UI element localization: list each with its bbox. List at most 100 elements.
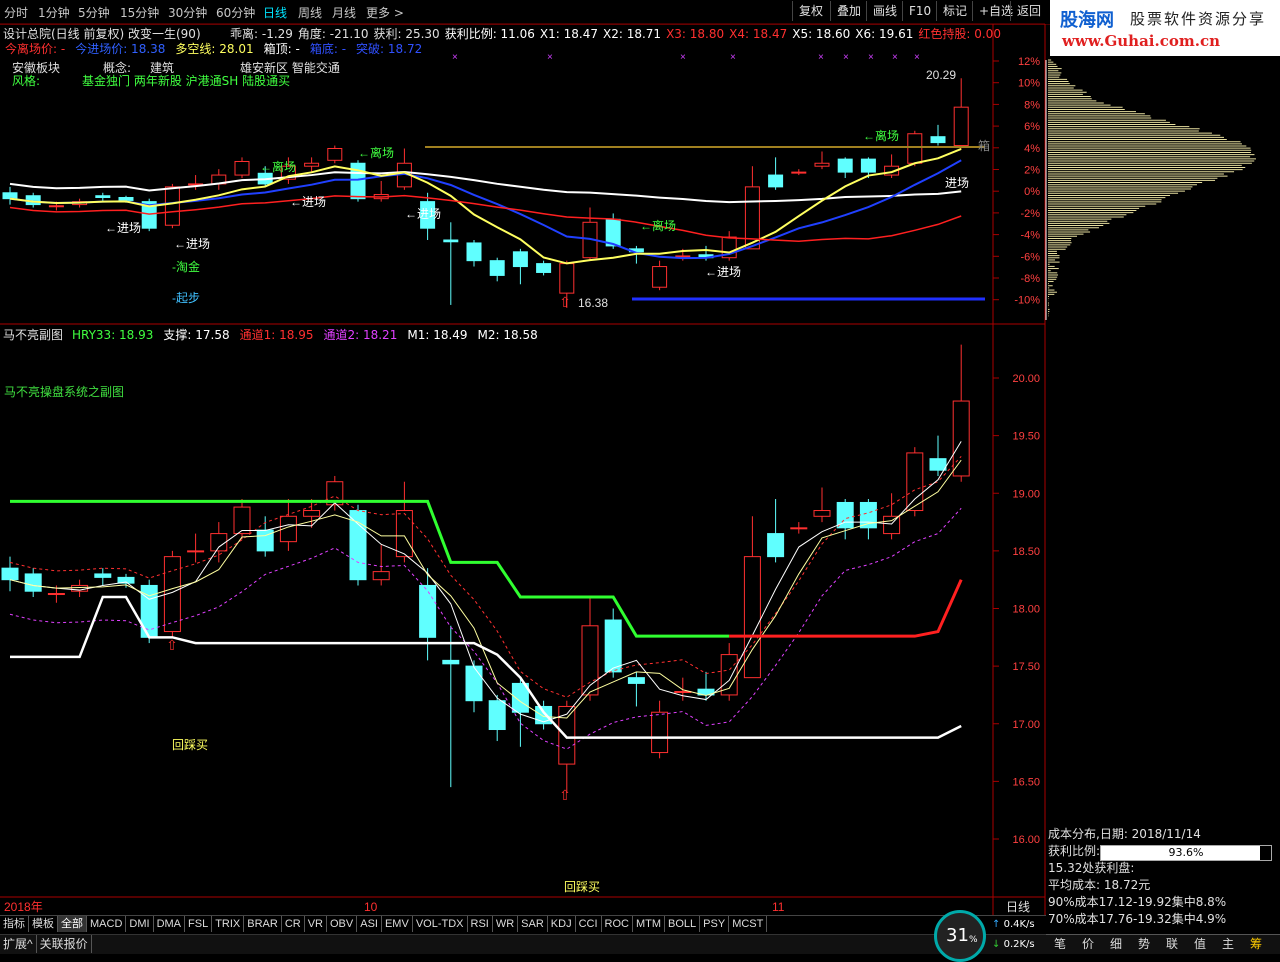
sub-candle-body (559, 706, 575, 764)
indicator-tab-WR[interactable]: WR (493, 916, 518, 932)
main-candle-body (815, 163, 829, 166)
speed-up: 0.4K/s (1004, 919, 1035, 930)
marker-x: × (818, 52, 824, 63)
bottom-bar: 扩展^ 关联报价 (0, 934, 1046, 954)
indicator-tab-MTM[interactable]: MTM (633, 916, 665, 932)
down-arrow-icon: ↓ (992, 939, 1000, 950)
main-annotation: ←进场 (174, 237, 210, 251)
sub-axis-label: 19.00 (1012, 488, 1040, 500)
right-tab-2[interactable]: 细 (1102, 935, 1130, 954)
speed-percent: 31 (946, 925, 969, 946)
sub-candle-body (2, 568, 18, 580)
sub-axis-label: 19.50 (1012, 431, 1040, 443)
sub-candle-body (95, 574, 111, 577)
sub-candle-body (350, 511, 366, 580)
main-axis-label: -8% (1020, 273, 1040, 285)
indicator-tab-CR[interactable]: CR (282, 916, 305, 932)
indicator-tab-MACD[interactable]: MACD (87, 916, 126, 932)
main-axis-label: -10% (1014, 295, 1040, 307)
main-candle-body (96, 196, 110, 198)
main-candle-body (676, 256, 690, 257)
indicator-tab-VOL-TDX[interactable]: VOL-TDX (413, 916, 468, 932)
indicator-tab-BRAR[interactable]: BRAR (244, 916, 282, 932)
indicator-tab-BOLL[interactable]: BOLL (665, 916, 700, 932)
sub-candle-body (605, 620, 621, 672)
indicator-tab-DMA[interactable]: DMA (154, 916, 185, 932)
sub-candle-body (373, 572, 389, 580)
cost-90: 90%成本17.12-19.92集中8.8% (1046, 894, 1280, 911)
marker-x: × (680, 52, 686, 63)
marker-x: × (452, 52, 458, 63)
main-annotation: -淘金 (172, 259, 200, 274)
main-candle-body (792, 172, 806, 173)
sub-axis-label: 18.50 (1012, 546, 1040, 558)
indicator-tab-FSL[interactable]: FSL (185, 916, 212, 932)
indicator-tab-KDJ[interactable]: KDJ (548, 916, 576, 932)
main-annotation: 箱 (978, 138, 990, 153)
indicator-tab-指标[interactable]: 指标 (0, 916, 29, 932)
channel1-line (10, 456, 961, 697)
indicator-tab-模板[interactable]: 模板 (29, 916, 58, 932)
bottom-tab-1[interactable]: 关联报价 (37, 935, 92, 953)
sub-note-2: 回踩买 (564, 880, 600, 894)
indicator-tab-PSY[interactable]: PSY (700, 916, 729, 932)
sub-axis-label: 16.50 (1012, 776, 1040, 788)
main-candle-body (908, 134, 922, 164)
sub-axis-label: 20.00 (1012, 373, 1040, 385)
indicator-tab-MCST[interactable]: MCST (729, 916, 767, 932)
channel2-line (10, 508, 961, 749)
sub-candle-body (304, 511, 320, 517)
main-axis-label: -4% (1020, 230, 1040, 242)
up-arrow-icon: ↑ (992, 919, 1000, 930)
cost-70: 70%成本17.76-19.32集中4.9% (1046, 911, 1280, 928)
main-candle-body (444, 240, 458, 242)
m1-line (10, 441, 961, 721)
indicator-tab-全部[interactable]: 全部 (58, 916, 87, 932)
sub-axis-label: 18.00 (1012, 604, 1040, 616)
right-tab-6[interactable]: 主 (1214, 935, 1242, 954)
right-tab-1[interactable]: 价 (1074, 935, 1102, 954)
main-candle-body (119, 197, 133, 200)
sub-candle-body (25, 574, 41, 591)
main-annotation: -起步 (172, 291, 200, 305)
main-axis-label: -2% (1020, 208, 1040, 220)
main-axis-label: 10% (1018, 78, 1040, 90)
buy-arrow-icon: ⇧ (559, 294, 571, 310)
main-candle-body (954, 107, 968, 145)
indicator-tab-TRIX[interactable]: TRIX (212, 916, 244, 932)
sub-candle-body (466, 666, 482, 701)
main-candle-body (838, 159, 852, 172)
sub-candle-body (628, 678, 644, 684)
sub-candle-body (768, 534, 784, 557)
right-tab-0[interactable]: 笔 (1046, 935, 1074, 954)
sub-axis-label: 17.50 (1012, 661, 1040, 673)
indicator-tab-OBV[interactable]: OBV (327, 916, 357, 932)
right-tab-7[interactable]: 筹 (1242, 935, 1270, 954)
speed-down: 0.2K/s (1004, 939, 1035, 950)
right-tab-4[interactable]: 联 (1158, 935, 1186, 954)
main-white-line (10, 172, 961, 202)
bottom-tab-0[interactable]: 扩展^ (0, 935, 37, 953)
main-candle-body (235, 161, 249, 175)
right-tab-5[interactable]: 值 (1186, 935, 1214, 954)
sub-note-1: 回踩买 (172, 738, 208, 752)
indicator-tab-ROC[interactable]: ROC (602, 916, 633, 932)
low-price-label: 16.38 (578, 296, 608, 310)
indicator-tab-CCI[interactable]: CCI (576, 916, 602, 932)
main-candle-body (653, 267, 667, 288)
indicator-tab-RSI[interactable]: RSI (468, 916, 493, 932)
main-annotation: 进场 (945, 176, 969, 190)
high-price-label: 20.29 (926, 68, 956, 82)
indicator-tab-VR[interactable]: VR (305, 916, 327, 932)
right-tab-3[interactable]: 势 (1130, 935, 1158, 954)
sub-candle-body (234, 507, 250, 534)
main-candle-body (3, 193, 17, 199)
indicator-tab-EMV[interactable]: EMV (382, 916, 413, 932)
indicator-tab-ASI[interactable]: ASI (357, 916, 382, 932)
indicator-tab-SAR[interactable]: SAR (518, 916, 548, 932)
sub-candle-body (652, 712, 668, 752)
indicator-tab-DMI[interactable]: DMI (126, 916, 153, 932)
main-candle-body (513, 252, 527, 267)
price-chart[interactable]: 12% 10% 8% 6% 4% 2% 0% -2% -4% -6% -8% -10% 20.00 19.… (0, 0, 1280, 953)
sub-candle-body (721, 655, 737, 695)
